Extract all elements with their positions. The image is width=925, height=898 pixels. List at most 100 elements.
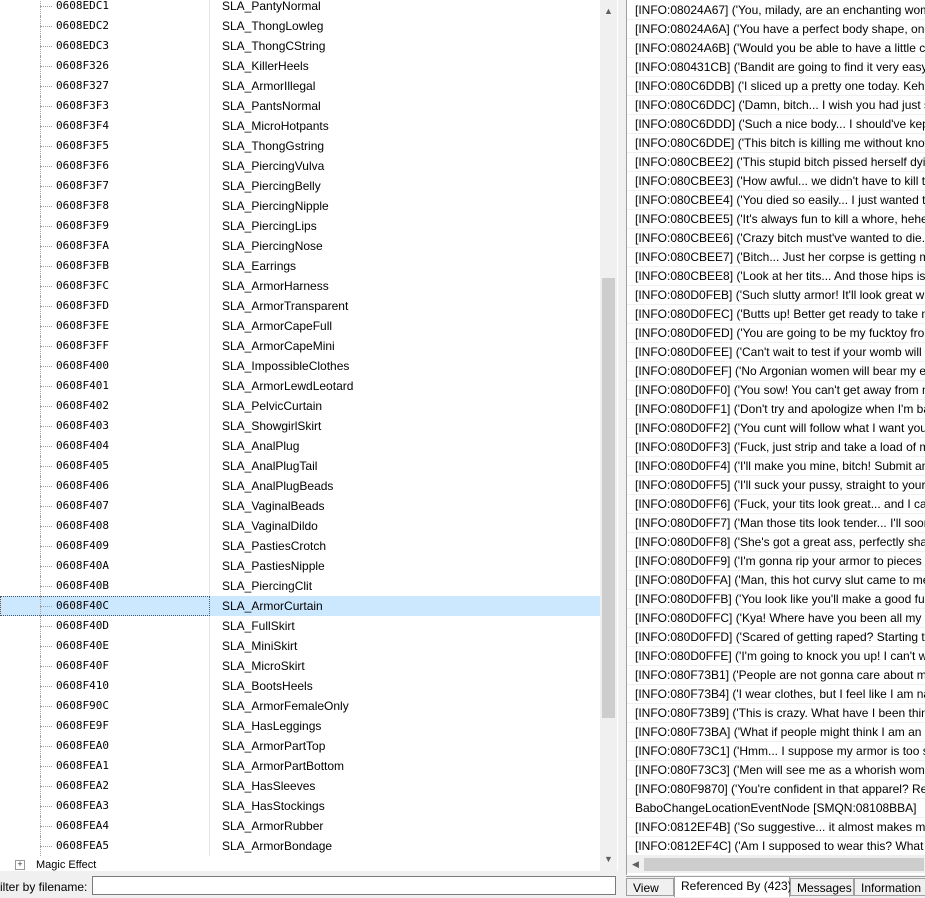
tree-row[interactable]: 0608F3F8 SLA_PiercingNipple <box>0 196 600 216</box>
tree-row[interactable]: 0608F40D SLA_FullSkirt <box>0 616 600 636</box>
reference-row[interactable]: [INFO:080D0FF9] ('I'm gonna rip your arm… <box>635 552 925 571</box>
tree-row[interactable]: 0608F404 SLA_AnalPlug <box>0 436 600 456</box>
tree-row[interactable]: 0608F3FE SLA_ArmorCapeFull <box>0 316 600 336</box>
reference-row[interactable]: [INFO:080D0FF3] ('Fuck, just strip and t… <box>635 438 925 457</box>
tree-row[interactable]: 0608F401 SLA_ArmorLewdLeotard <box>0 376 600 396</box>
reference-row[interactable]: [INFO:080F73B1] ('People are not gonna c… <box>635 666 925 685</box>
reference-row[interactable]: [INFO:0812EF4C] ('Am I supposed to wear … <box>635 837 925 856</box>
reference-row[interactable]: [INFO:080D0FEB] ('Such slutty armor! It'… <box>635 286 925 305</box>
reference-row[interactable]: [INFO:080C6DDE] ('This bitch is killing … <box>635 134 925 153</box>
tab-information[interactable]: Information <box>854 878 925 896</box>
tab-messages[interactable]: Messages <box>790 878 854 896</box>
reference-row[interactable]: [INFO:080D0FF0] ('You sow! You can't get… <box>635 381 925 400</box>
expand-icon[interactable]: + <box>15 860 25 870</box>
tree-row[interactable]: 0608F40B SLA_PiercingClit <box>0 576 600 596</box>
reference-row[interactable]: [INFO:080F73BA] ('What if people might t… <box>635 723 925 742</box>
tab-referenced[interactable]: Referenced By (423) <box>674 876 792 897</box>
reference-row[interactable]: [INFO:080F73B4] ('I wear clothes, but I … <box>635 685 925 704</box>
reference-row[interactable]: [INFO:080C6DDC] ('Damn, bitch... I wish … <box>635 96 925 115</box>
tree-row[interactable]: 0608F3FF SLA_ArmorCapeMini <box>0 336 600 356</box>
reference-row[interactable]: [INFO:080D0FF7] ('Man those tits look te… <box>635 514 925 533</box>
tree-row[interactable]: 0608F40C SLA_ArmorCurtain <box>0 596 600 616</box>
tree-row[interactable]: 0608EDC1 SLA_PantyNormal <box>0 0 600 16</box>
reference-row[interactable]: [INFO:080CBEE3] ('How awful... we didn't… <box>635 172 925 191</box>
tree-row[interactable]: 0608F3FA SLA_PiercingNose <box>0 236 600 256</box>
reference-row[interactable]: [INFO:08024A67] ('You, milady, are an en… <box>635 1 925 20</box>
reference-row[interactable]: [INFO:08024A6A] ('You have a perfect bod… <box>635 20 925 39</box>
reference-row[interactable]: [INFO:080C6DDD] ('Such a nice body... I … <box>635 115 925 134</box>
scrollbar-thumb[interactable] <box>644 858 924 871</box>
tree-row[interactable]: 0608FEA5 SLA_ArmorBondage <box>0 836 600 856</box>
scroll-left-icon[interactable]: ◀ <box>627 856 644 873</box>
reference-row[interactable]: [INFO:080CBEE4] ('You died so easily... … <box>635 191 925 210</box>
reference-row[interactable]: [INFO:080D0FF1] ('Don't try and apologiz… <box>635 400 925 419</box>
reference-row[interactable]: [INFO:080D0FEC] ('Butts up! Better get r… <box>635 305 925 324</box>
reference-row[interactable]: [INFO:080F73C1] ('Hmm... I suppose my ar… <box>635 742 925 761</box>
references-horizontal-scrollbar[interactable]: ◀ <box>627 856 925 873</box>
tree-row[interactable]: 0608F3F5 SLA_ThongGstring <box>0 136 600 156</box>
reference-row[interactable]: [INFO:080D0FF6] ('Fuck, your tits look g… <box>635 495 925 514</box>
reference-row[interactable]: [INFO:0812EF4B] ('So suggestive... it al… <box>635 818 925 837</box>
tree-row[interactable]: 0608F407 SLA_VaginalBeads <box>0 496 600 516</box>
tree-row[interactable]: 0608F3F3 SLA_PantsNormal <box>0 96 600 116</box>
tree-node-magic-effect[interactable]: + Magic Effect <box>0 856 600 871</box>
tree-row[interactable]: 0608F40E SLA_MiniSkirt <box>0 636 600 656</box>
reference-row[interactable]: [INFO:080CBEE2] ('This stupid bitch piss… <box>635 153 925 172</box>
tree-row[interactable]: 0608FEA3 SLA_HasStockings <box>0 796 600 816</box>
reference-row[interactable]: [INFO:080D0FFC] ('Kya! Where have you be… <box>635 609 925 628</box>
reference-row[interactable]: [INFO:08024A6B] ('Would you be able to h… <box>635 39 925 58</box>
tree-row[interactable]: 0608F3F9 SLA_PiercingLips <box>0 216 600 236</box>
reference-row[interactable]: [INFO:080F73C3] ('Men will see me as a w… <box>635 761 925 780</box>
tree-row[interactable]: 0608F40A SLA_PastiesNipple <box>0 556 600 576</box>
tree-row[interactable]: 0608F402 SLA_PelvicCurtain <box>0 396 600 416</box>
tree-row[interactable]: 0608F3FD SLA_ArmorTransparent <box>0 296 600 316</box>
reference-row[interactable]: [INFO:080D0FEE] ('Can't wait to test if … <box>635 343 925 362</box>
reference-row[interactable]: [INFO:080CBEE8] ('Look at her tits... An… <box>635 267 925 286</box>
reference-row[interactable]: [INFO:080D0FEF] ('No Argonian women will… <box>635 362 925 381</box>
tree-row[interactable]: 0608F40F SLA_MicroSkirt <box>0 656 600 676</box>
reference-row[interactable]: [INFO:080431CB] ('Bandit are going to fi… <box>635 58 925 77</box>
tree-row[interactable]: 0608FE9F SLA_HasLeggings <box>0 716 600 736</box>
tree-row[interactable]: 0608F400 SLA_ImpossibleClothes <box>0 356 600 376</box>
tree-row[interactable]: 0608F3FC SLA_ArmorHarness <box>0 276 600 296</box>
tree-row[interactable]: 0608F403 SLA_ShowgirlSkirt <box>0 416 600 436</box>
tree-row[interactable]: 0608F327 SLA_ArmorIllegal <box>0 76 600 96</box>
reference-row[interactable]: [INFO:080C6DDB] ('I sliced up a pretty o… <box>635 77 925 96</box>
tree-row[interactable]: 0608F410 SLA_BootsHeels <box>0 676 600 696</box>
reference-row[interactable]: [INFO:080D0FFA] ('Man, this hot curvy sl… <box>635 571 925 590</box>
tree-vertical-scrollbar[interactable]: ▲ ▼ <box>600 0 617 871</box>
tree-row[interactable]: 0608F3F7 SLA_PiercingBelly <box>0 176 600 196</box>
tree-row[interactable]: 0608F409 SLA_PastiesCrotch <box>0 536 600 556</box>
reference-row[interactable]: [INFO:080D0FFB] ('You look like you'll m… <box>635 590 925 609</box>
tree-row[interactable]: 0608FEA1 SLA_ArmorPartBottom <box>0 756 600 776</box>
reference-row[interactable]: [INFO:080CBEE7] ('Bitch... Just her corp… <box>635 248 925 267</box>
tab-view[interactable]: View <box>626 878 674 896</box>
tree-row[interactable]: 0608EDC2 SLA_ThongLowleg <box>0 16 600 36</box>
reference-row[interactable]: [INFO:080D0FF2] ('You cunt will follow w… <box>635 419 925 438</box>
tree-row[interactable]: 0608FEA2 SLA_HasSleeves <box>0 776 600 796</box>
tree-row[interactable]: 0608FEA0 SLA_ArmorPartTop <box>0 736 600 756</box>
tree-row[interactable]: 0608F3FB SLA_Earrings <box>0 256 600 276</box>
reference-row[interactable]: [INFO:080F73B9] ('This is crazy. What ha… <box>635 704 925 723</box>
tree-row[interactable]: 0608F90C SLA_ArmorFemaleOnly <box>0 696 600 716</box>
reference-row[interactable]: [INFO:080D0FF5] ('I'll suck your pussy, … <box>635 476 925 495</box>
scroll-up-icon[interactable]: ▲ <box>600 3 617 20</box>
scrollbar-thumb[interactable] <box>602 278 615 718</box>
tree-row[interactable]: 0608F408 SLA_VaginalDildo <box>0 516 600 536</box>
tree-row[interactable]: 0608F326 SLA_KillerHeels <box>0 56 600 76</box>
tree-row[interactable]: 0608F3F6 SLA_PiercingVulva <box>0 156 600 176</box>
tree-row[interactable]: 0608EDC3 SLA_ThongCString <box>0 36 600 56</box>
tree-row[interactable]: 0608F3F4 SLA_MicroHotpants <box>0 116 600 136</box>
panel-splitter[interactable] <box>618 0 626 897</box>
reference-row[interactable]: BaboChangeLocationEventNode [SMQN:08108B… <box>635 799 917 818</box>
reference-row[interactable]: [INFO:080CBEE6] ('Crazy bitch must've wa… <box>635 229 925 248</box>
tree-row[interactable]: 0608F405 SLA_AnalPlugTail <box>0 456 600 476</box>
scroll-down-icon[interactable]: ▼ <box>600 851 617 868</box>
reference-row[interactable]: [INFO:080CBEE5] ('It's always fun to kil… <box>635 210 925 229</box>
tree-row[interactable]: 0608F406 SLA_AnalPlugBeads <box>0 476 600 496</box>
reference-row[interactable]: [INFO:080F9870] ('You're confident in th… <box>635 780 925 799</box>
reference-row[interactable]: [INFO:080D0FF4] ('I'll make you mine, bi… <box>635 457 925 476</box>
reference-row[interactable]: [INFO:080D0FFE] ('I'm going to knock you… <box>635 647 925 666</box>
tree-row[interactable]: 0608FEA4 SLA_ArmorRubber <box>0 816 600 836</box>
reference-row[interactable]: [INFO:080D0FFD] ('Scared of getting rape… <box>635 628 925 647</box>
